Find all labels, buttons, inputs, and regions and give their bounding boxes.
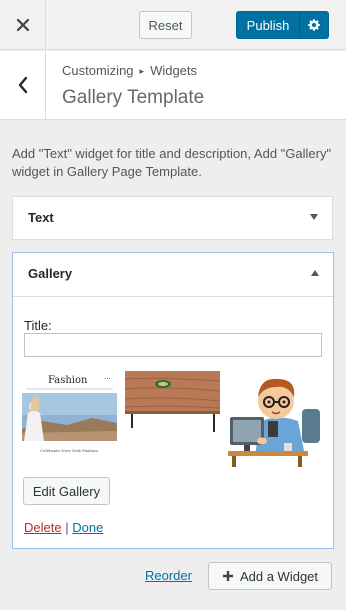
actions-separator: | [65, 520, 69, 535]
widget-text[interactable]: Text [12, 196, 333, 240]
delete-link[interactable]: Delete [24, 520, 62, 535]
close-button[interactable] [0, 0, 46, 50]
breadcrumb-root: Customizing [62, 63, 134, 78]
arrow-up-icon[interactable] [311, 270, 319, 276]
fashion-caption-text: Celebrate New York Fashion [40, 448, 98, 453]
reorder-link[interactable]: Reorder [145, 568, 192, 583]
close-icon [16, 18, 29, 32]
title-field-label: Title: [24, 318, 52, 333]
publish-settings-button[interactable] [299, 11, 329, 39]
page-title: Gallery Template [62, 87, 205, 108]
fashion-image: Fashion ··· Celebrate New York Fashion [22, 371, 117, 461]
arrow-down-icon[interactable] [310, 214, 318, 220]
widget-gallery-header[interactable]: Gallery [13, 253, 333, 297]
back-button[interactable] [0, 51, 46, 119]
breadcrumb: Customizing ▸ Widgets [62, 63, 197, 78]
table-image [125, 371, 220, 433]
edit-gallery-button[interactable]: Edit Gallery [23, 477, 110, 505]
breadcrumb-separator: ▸ [139, 66, 145, 76]
add-widget-button[interactable]: Add a Widget [208, 562, 332, 590]
gear-icon [308, 19, 320, 31]
reset-button[interactable]: Reset [139, 11, 192, 39]
add-widget-label: Add a Widget [239, 568, 319, 584]
widget-actions: Delete | Done [24, 520, 103, 535]
customizer-header: Reset Publish [0, 0, 346, 50]
title-input[interactable] [24, 333, 322, 357]
section-header: Customizing ▸ Widgets Gallery Template [0, 51, 346, 120]
section-description: Add "Text" widget for title and descript… [12, 146, 332, 179]
breadcrumb-current: Widgets [150, 63, 198, 78]
done-link[interactable]: Done [72, 520, 103, 535]
publish-button[interactable]: Publish [236, 11, 300, 39]
fashion-caption-title: Fashion [48, 375, 88, 386]
widget-title: Text [28, 210, 54, 225]
widget-title: Gallery [28, 266, 73, 281]
plus-icon [222, 571, 233, 581]
widget-gallery: Gallery Title: Fashion ··· Celebrate New… [12, 252, 334, 549]
svg-text:···: ··· [104, 375, 111, 383]
chevron-left-icon [18, 76, 27, 94]
programmer-image [228, 371, 323, 467]
